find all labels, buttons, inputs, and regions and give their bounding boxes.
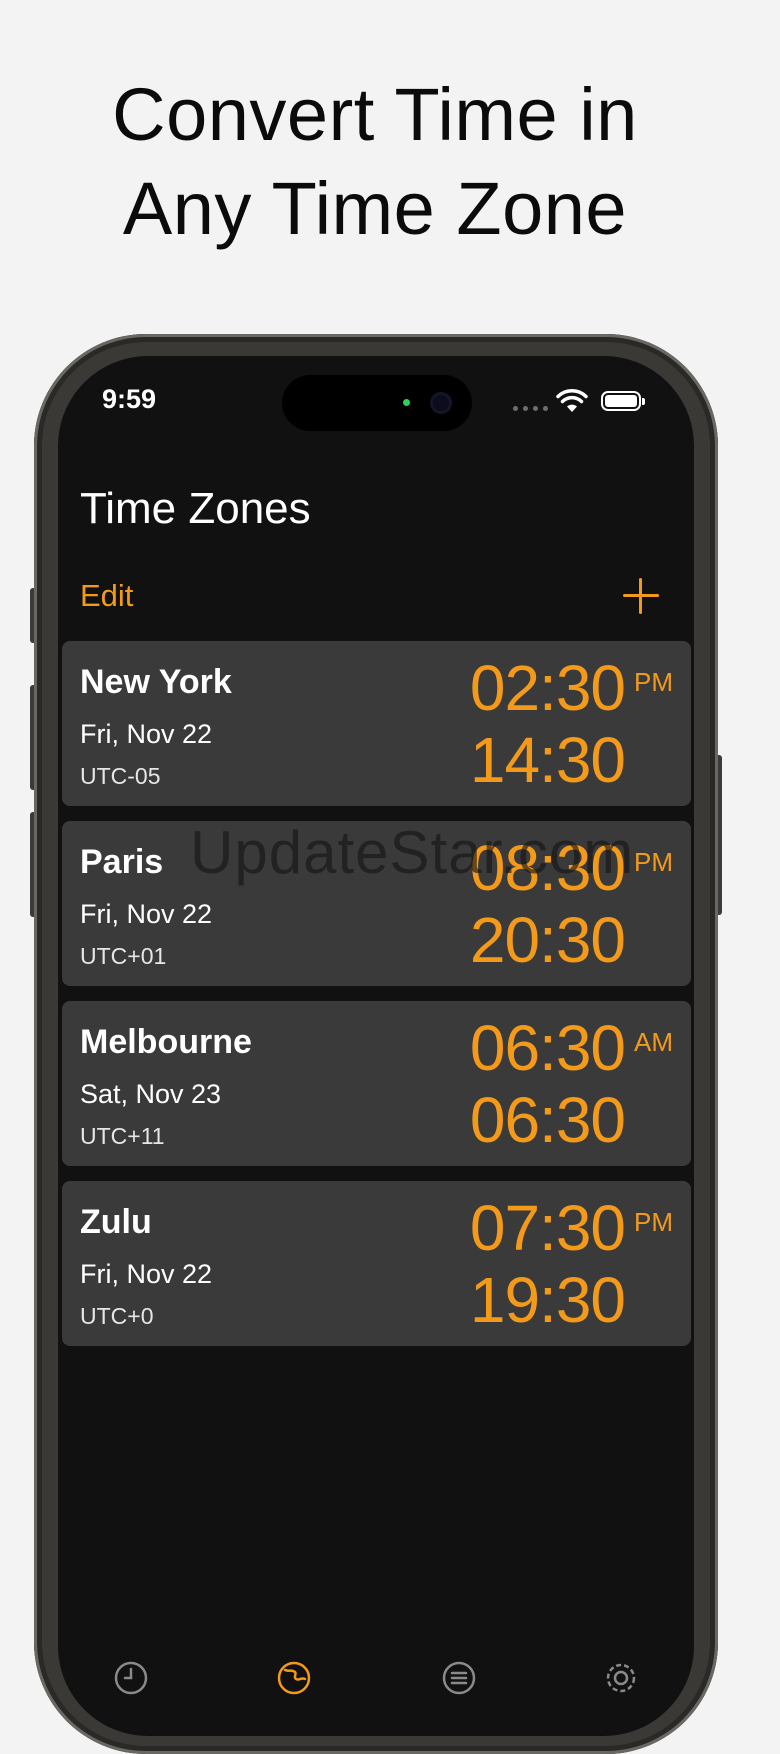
time-zone-row[interactable]: New York Fri, Nov 22 UTC-05 02:30 PM 14:… [62, 641, 691, 806]
zone-ampm: PM [634, 1207, 673, 1237]
zone-utc-offset: UTC+11 [80, 1123, 165, 1149]
zone-time-24h: 06:30 [469, 1084, 626, 1156]
zone-time-24h: 19:30 [469, 1264, 626, 1336]
zone-time-12h: 06:30 [469, 1012, 626, 1084]
time-zone-row[interactable]: Paris Fri, Nov 22 UTC+01 08:30 PM 20:30 [62, 821, 691, 986]
zone-utc-offset: UTC+01 [80, 943, 167, 969]
headline-line-1: Convert Time in [112, 73, 638, 156]
zone-utc-offset: UTC-05 [80, 763, 161, 789]
zone-city: Paris [80, 843, 164, 881]
add-zone-button[interactable] [620, 575, 662, 617]
headline-line-2: Any Time Zone [122, 167, 628, 250]
time-zone-row[interactable]: Melbourne Sat, Nov 23 UTC+11 06:30 AM 06… [62, 1001, 691, 1166]
battery-icon [601, 391, 645, 411]
zone-ampm: PM [634, 847, 673, 877]
zone-utc-offset: UTC+0 [80, 1303, 154, 1329]
wifi-icon [556, 389, 588, 412]
zone-time-12h: 02:30 [469, 652, 626, 724]
promo-headline: Convert Time in Any Time Zone [0, 68, 750, 256]
zone-date: Fri, Nov 22 [80, 719, 213, 749]
cellular-signal-icon [513, 406, 548, 411]
time-zone-row[interactable]: Zulu Fri, Nov 22 UTC+0 07:30 PM 19:30 [62, 1181, 691, 1346]
edit-button[interactable]: Edit [80, 578, 133, 614]
zone-date: Sat, Nov 23 [80, 1079, 222, 1109]
zone-ampm: AM [634, 1027, 673, 1057]
page-title: Time Zones [80, 484, 311, 533]
dynamic-island [282, 375, 472, 431]
zone-time-12h: 07:30 [469, 1192, 626, 1264]
zone-city: Melbourne [80, 1023, 252, 1061]
front-camera [430, 392, 452, 414]
zone-date: Fri, Nov 22 [80, 899, 213, 929]
zone-time-24h: 14:30 [469, 724, 626, 796]
zone-time-24h: 20:30 [469, 904, 626, 976]
zone-date: Fri, Nov 22 [80, 1259, 213, 1289]
status-bar-time: 9:59 [101, 384, 157, 414]
zone-time-12h: 08:30 [469, 832, 626, 904]
zone-city: Zulu [80, 1203, 152, 1241]
privacy-indicator-dot [403, 399, 410, 406]
zone-ampm: PM [634, 667, 673, 697]
zone-city: New York [80, 663, 232, 701]
